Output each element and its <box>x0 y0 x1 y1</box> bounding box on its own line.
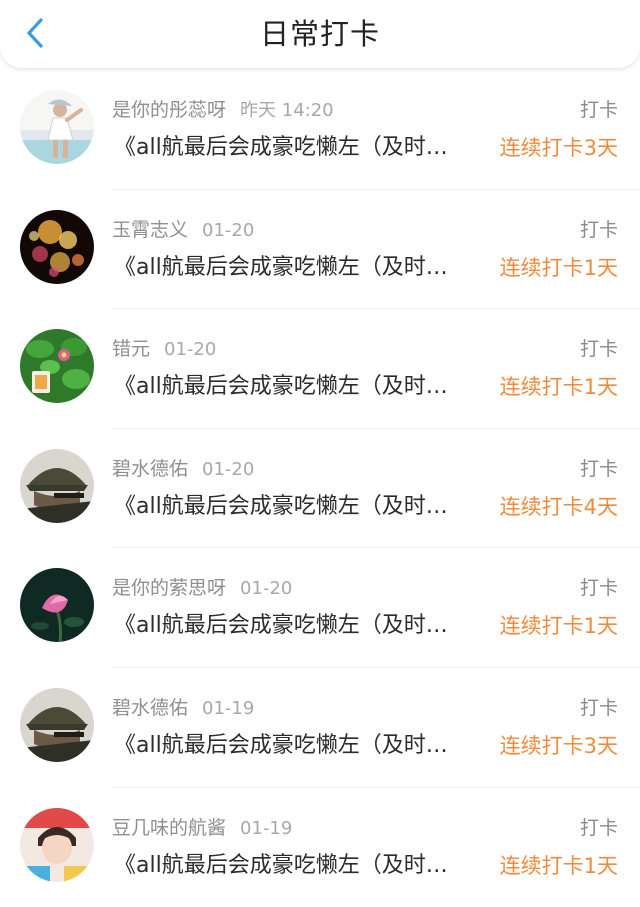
checkin-label: 打卡 <box>579 816 618 839</box>
checkin-content[interactable]: 《all航最后会成豪吃懒左（及时… <box>114 611 486 641</box>
list-item[interactable]: 碧水德佑 01-20 《all航最后会成豪吃懒左（及时… 打卡 连续打卡4天 <box>0 429 640 549</box>
streak-badge: 连续打卡1天 <box>499 614 618 639</box>
checkin-label: 打卡 <box>579 338 618 361</box>
user-line: 豆几味的航酱 01-19 <box>112 815 292 842</box>
list-item[interactable]: 是你的彤蕊呀 昨天 14:20 《all航最后会成豪吃懒左（及时… 打卡 连续打卡… <box>0 70 640 190</box>
checkin-content[interactable]: 《all航最后会成豪吃懒左（及时… <box>114 253 486 283</box>
streak-badge: 连续打卡1天 <box>499 255 618 280</box>
user-name[interactable]: 玉霄志义 <box>112 219 188 241</box>
checkin-content[interactable]: 《all航最后会成豪吃懒左（及时… <box>114 372 486 402</box>
checkin-content[interactable]: 《all航最后会成豪吃懒左（及时… <box>114 851 486 881</box>
timestamp: 01-20 <box>202 219 255 241</box>
user-line: 碧水德佑 01-20 <box>112 456 254 483</box>
streak-badge: 连续打卡1天 <box>499 853 618 878</box>
list-item[interactable]: 错元 01-20 《all航最后会成豪吃懒左（及时… 打卡 连续打卡1天 <box>0 309 640 429</box>
streak-badge: 连续打卡1天 <box>499 375 618 400</box>
avatar[interactable] <box>20 807 94 882</box>
user-line: 碧水德佑 01-19 <box>112 695 254 722</box>
user-name[interactable]: 是你的彤蕊呀 <box>112 99 226 121</box>
timestamp: 昨天 14:20 <box>240 100 334 121</box>
user-line: 是你的彤蕊呀 昨天 14:20 <box>112 97 334 124</box>
checkin-content[interactable]: 《all航最后会成豪吃懒左（及时… <box>114 492 486 522</box>
page-title: 日常打卡 <box>259 17 380 51</box>
top-bar: 日常打卡 <box>0 0 640 68</box>
list-item[interactable]: 玉霄志义 01-20 《all航最后会成豪吃懒左（及时… 打卡 连续打卡1天 <box>0 190 640 310</box>
timestamp: 01-19 <box>202 697 255 719</box>
streak-badge: 连续打卡4天 <box>499 494 618 519</box>
avatar[interactable] <box>20 209 94 284</box>
avatar[interactable] <box>20 687 94 762</box>
avatar[interactable] <box>20 329 94 404</box>
checkin-content[interactable]: 《all航最后会成豪吃懒左（及时… <box>114 133 486 163</box>
checkin-list: 是你的彤蕊呀 昨天 14:20 《all航最后会成豪吃懒左（及时… 打卡 连续打卡… <box>0 70 640 907</box>
checkin-label: 打卡 <box>579 457 618 480</box>
list-item[interactable]: 豆几味的航酱 01-19 《all航最后会成豪吃懒左（及时… 打卡 连续打卡1天 <box>0 788 640 907</box>
timestamp: 01-19 <box>240 817 293 839</box>
list-item[interactable]: 碧水德佑 01-19 《all航最后会成豪吃懒左（及时… 打卡 连续打卡3天 <box>0 668 640 788</box>
checkin-content[interactable]: 《all航最后会成豪吃懒左（及时… <box>114 731 486 761</box>
timestamp: 01-20 <box>164 339 217 361</box>
checkin-label: 打卡 <box>579 577 618 600</box>
timestamp: 01-20 <box>240 578 293 600</box>
user-line: 是你的萦思呀 01-20 <box>112 575 292 602</box>
streak-badge: 连续打卡3天 <box>499 733 618 758</box>
checkin-label: 打卡 <box>579 696 618 719</box>
user-name[interactable]: 碧水德佑 <box>112 697 188 719</box>
user-name[interactable]: 错元 <box>112 338 150 360</box>
user-name[interactable]: 碧水德佑 <box>112 458 188 480</box>
streak-badge: 连续打卡3天 <box>499 136 618 160</box>
avatar[interactable] <box>20 448 94 523</box>
user-line: 玉霄志义 01-20 <box>112 217 254 244</box>
avatar[interactable] <box>20 90 94 164</box>
checkin-label: 打卡 <box>579 99 618 121</box>
checkin-label: 打卡 <box>579 218 618 241</box>
timestamp: 01-20 <box>202 458 255 480</box>
list-item[interactable]: 是你的萦思呀 01-20 《all航最后会成豪吃懒左（及时… 打卡 连续打卡1天 <box>0 548 640 668</box>
user-name[interactable]: 豆几味的航酱 <box>112 817 226 839</box>
user-name[interactable]: 是你的萦思呀 <box>112 577 226 599</box>
avatar[interactable] <box>20 568 94 643</box>
user-line: 错元 01-20 <box>112 336 216 363</box>
